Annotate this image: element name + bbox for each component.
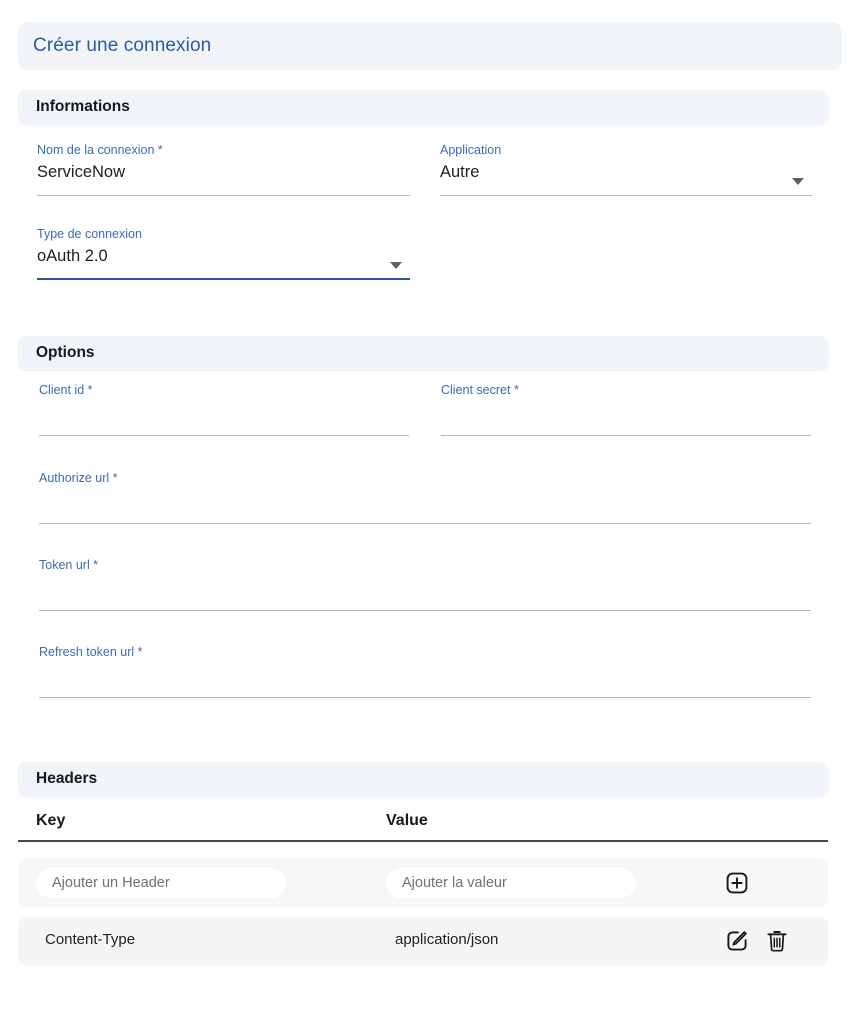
section-heading-headers: Headers (36, 770, 98, 787)
headers-add-row: Ajouter un Header Ajouter la valeur (18, 859, 828, 907)
field-label-application: Application (440, 143, 502, 157)
field-application[interactable]: Application Autre (440, 142, 812, 196)
field-refresh-token-url[interactable]: Refresh token url * (39, 644, 811, 698)
field-value-refresh-token-url (39, 660, 811, 686)
field-underline (440, 195, 812, 196)
plus-square-icon[interactable] (722, 868, 752, 898)
headers-add-row-actions (722, 868, 752, 898)
field-connection-type[interactable]: Type de connexion oAuth 2.0 (37, 226, 410, 280)
field-underline (39, 435, 409, 436)
field-value-connection-name: ServiceNow (37, 163, 126, 181)
field-token-url[interactable]: Token url * (39, 557, 811, 611)
section-heading-informations: Informations (36, 98, 130, 115)
column-header-key: Key (36, 812, 66, 829)
field-value-connection-type: oAuth 2.0 (37, 247, 108, 265)
field-value-client-id (39, 398, 409, 424)
trash-icon[interactable] (762, 926, 792, 956)
section-header-headers: Headers (18, 762, 828, 796)
header-value-cell: application/json (395, 931, 499, 948)
field-underline (39, 610, 811, 611)
field-label-refresh-token-url: Refresh token url * (39, 645, 143, 659)
field-value-token-url (39, 573, 811, 599)
field-underline (441, 435, 811, 436)
section-heading-options: Options (36, 344, 95, 361)
table-row: Content-Type application/json (18, 917, 828, 965)
field-underline (39, 523, 811, 524)
field-label-client-id: Client id * (39, 383, 93, 397)
field-connection-name[interactable]: Nom de la connexion * ServiceNow (37, 142, 410, 196)
page-title-bar: Créer une connexion (18, 22, 842, 70)
field-label-token-url: Token url * (39, 558, 99, 572)
header-key-cell: Content-Type (45, 931, 136, 948)
field-label-connection-type: Type de connexion (37, 227, 142, 241)
chevron-down-icon[interactable] (390, 262, 402, 269)
field-authorize-url[interactable]: Authorize url * (39, 470, 811, 524)
column-header-value: Value (386, 812, 428, 829)
headers-table-head: Key Value (18, 812, 828, 842)
field-value-application: Autre (440, 163, 480, 181)
add-header-value-input[interactable]: Ajouter la valeur (386, 868, 636, 898)
field-underline-focused (37, 278, 410, 280)
section-header-informations: Informations (18, 90, 828, 124)
chevron-down-icon[interactable] (792, 178, 804, 185)
field-underline (39, 697, 811, 698)
edit-square-icon[interactable] (722, 926, 752, 956)
field-client-id[interactable]: Client id * (39, 382, 409, 436)
add-header-key-input[interactable]: Ajouter un Header (36, 868, 286, 898)
field-value-authorize-url (39, 486, 811, 512)
page-title: Créer une connexion (33, 35, 212, 56)
field-underline (37, 195, 410, 196)
connection-form-page: Créer une connexion Informations Nom de … (0, 0, 862, 1024)
table-row-actions (722, 926, 792, 956)
section-header-options: Options (18, 336, 828, 370)
field-label-connection-name: Nom de la connexion * (37, 143, 163, 157)
field-client-secret[interactable]: Client secret * (441, 382, 811, 436)
field-label-client-secret: Client secret * (441, 383, 519, 397)
field-label-authorize-url: Authorize url * (39, 471, 118, 485)
field-value-client-secret (441, 398, 811, 424)
